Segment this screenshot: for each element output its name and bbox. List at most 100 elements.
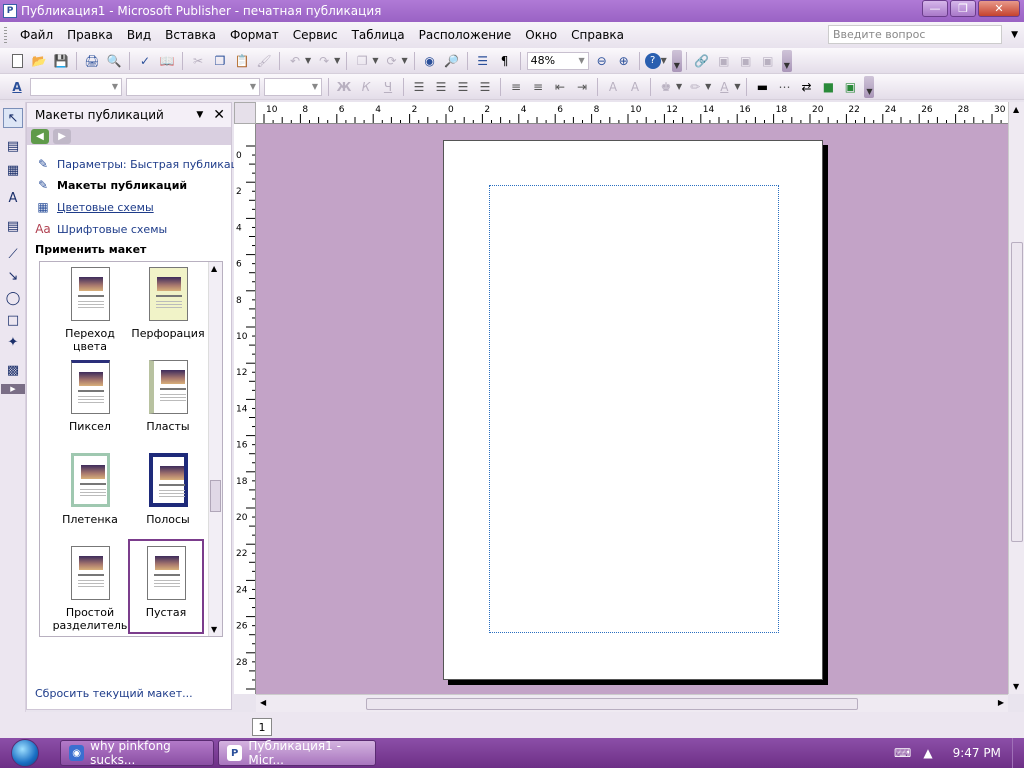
scroll-left-icon[interactable]: ◀: [260, 698, 266, 707]
vertical-scroll-thumb[interactable]: [1011, 242, 1023, 542]
print-icon[interactable]: 🖨: [82, 51, 102, 71]
underline-icon[interactable]: Ч: [378, 77, 398, 97]
research-icon[interactable]: 📖: [157, 51, 177, 71]
toolbar-options-icon[interactable]: ▼: [671, 49, 682, 72]
menu-edit[interactable]: Правка: [60, 24, 120, 46]
autoshapes-icon[interactable]: ✦: [3, 332, 23, 352]
gallery-scroll-thumb[interactable]: [210, 480, 221, 512]
scroll-down-icon[interactable]: ▼: [211, 625, 217, 634]
font-schemes-link[interactable]: Aa Шрифтовые схемы: [35, 222, 167, 236]
redo-dropdown-icon[interactable]: ▼: [334, 56, 340, 65]
color-schemes-link[interactable]: ▦ Цветовые схемы: [35, 200, 153, 214]
line-icon[interactable]: ⟋: [3, 244, 23, 264]
design-thumbnail[interactable]: Пласты: [130, 355, 206, 433]
justify-icon[interactable]: ☰: [475, 77, 495, 97]
text-box-icon[interactable]: ▤: [3, 136, 23, 156]
line-color-icon[interactable]: ✏: [685, 77, 705, 97]
format-painter-icon[interactable]: 🖌: [254, 51, 274, 71]
zoom-select[interactable]: 48% ▼: [526, 51, 589, 70]
help-icon[interactable]: ?: [644, 52, 661, 69]
columns-icon[interactable]: ☰: [473, 51, 493, 71]
horizontal-scrollbar[interactable]: ◀ ▶: [256, 694, 1008, 712]
taskbar-item-browser[interactable]: ◉ why pinkfong sucks...: [60, 739, 214, 767]
design-thumbnail[interactable]: Полосы: [130, 448, 206, 526]
increase-font-icon[interactable]: A: [625, 77, 645, 97]
vertical-ruler[interactable]: 024681012141618202224262830: [234, 124, 256, 694]
zoom-find-icon[interactable]: 🔎: [442, 51, 462, 71]
pilcrow-icon[interactable]: ¶: [495, 51, 515, 71]
reset-design-link[interactable]: Сбросить текущий макет...: [35, 687, 193, 700]
design-thumbnail[interactable]: Перфорация: [130, 262, 206, 340]
numbering-icon[interactable]: ≡: [506, 77, 526, 97]
toolbar-options-icon-2[interactable]: ▼: [781, 49, 792, 72]
horizontal-scroll-thumb[interactable]: [366, 698, 858, 710]
forward-arrow-icon[interactable]: ▶: [53, 128, 71, 144]
options-link[interactable]: ✎ Параметры: Быстрая публикация: [35, 157, 252, 171]
ask-dropdown-icon[interactable]: ▼: [1011, 25, 1018, 45]
save-icon[interactable]: 💾: [51, 51, 71, 71]
task-pane-menu-icon[interactable]: ▼: [196, 110, 203, 120]
task-pane-title[interactable]: Макеты публикаций: [35, 108, 196, 122]
undo-dropdown-icon[interactable]: ▼: [305, 56, 311, 65]
minimize-button[interactable]: —: [922, 0, 948, 17]
font-select[interactable]: ▼: [126, 77, 260, 96]
menu-tools[interactable]: Сервис: [286, 24, 345, 46]
menu-arrange[interactable]: Расположение: [412, 24, 519, 46]
print-preview-icon[interactable]: 🔍: [104, 51, 124, 71]
design-thumbnail[interactable]: Переход цвета: [52, 262, 128, 353]
menu-window[interactable]: Окно: [518, 24, 564, 46]
design-thumbnail-selected[interactable]: Пустая: [128, 539, 204, 634]
network-icon[interactable]: ▲: [923, 746, 932, 760]
pick-up-format-icon[interactable]: ◉: [420, 51, 440, 71]
toolbar-options-icon-3[interactable]: ▼: [864, 75, 875, 98]
arrange-icon[interactable]: ❐: [352, 51, 372, 71]
insert-table-icon[interactable]: ▦: [3, 160, 23, 180]
rotate-icon[interactable]: ⟳: [381, 51, 401, 71]
layouts-link[interactable]: ✎ Макеты публикаций: [35, 178, 187, 192]
publication-page[interactable]: [443, 140, 823, 680]
shadow-style-icon[interactable]: ■: [818, 77, 838, 97]
menu-view[interactable]: Вид: [120, 24, 158, 46]
ruler-origin[interactable]: [234, 102, 256, 124]
styles-icon[interactable]: A: [7, 77, 27, 97]
back-arrow-icon[interactable]: ◀: [31, 128, 49, 144]
select-objects-icon[interactable]: ↖: [3, 108, 23, 128]
cut-icon[interactable]: ✂: [188, 51, 208, 71]
font-color-dropdown-icon[interactable]: ▼: [734, 82, 740, 91]
menu-grip[interactable]: [4, 27, 7, 43]
decrease-font-icon[interactable]: A: [603, 77, 623, 97]
align-left-icon[interactable]: ☰: [409, 77, 429, 97]
start-button[interactable]: [6, 738, 44, 768]
fill-color-icon[interactable]: ♚: [656, 77, 676, 97]
menu-help[interactable]: Справка: [564, 24, 631, 46]
menu-format[interactable]: Формат: [223, 24, 286, 46]
more-tools-icon[interactable]: ▶: [1, 384, 25, 394]
task-pane-close-icon[interactable]: ✕: [213, 107, 225, 123]
spelling-icon[interactable]: ✓: [135, 51, 155, 71]
design-thumbnail[interactable]: Пиксел: [52, 355, 128, 433]
menu-insert[interactable]: Вставка: [158, 24, 223, 46]
zoom-in-icon[interactable]: ⊕: [614, 51, 634, 71]
link-icon[interactable]: 🔗: [692, 51, 712, 71]
decrease-indent-icon[interactable]: ⇤: [550, 77, 570, 97]
font-size-select[interactable]: ▼: [264, 77, 322, 96]
scroll-down-icon[interactable]: ▼: [1013, 682, 1019, 691]
open-icon[interactable]: 📂: [29, 51, 49, 71]
gallery-scrollbar[interactable]: ▲ ▼: [208, 262, 222, 636]
bold-icon[interactable]: Ж: [334, 77, 354, 97]
scroll-up-icon[interactable]: ▲: [211, 264, 217, 273]
line-style-icon[interactable]: ▬: [752, 77, 772, 97]
page-navigator-button[interactable]: 1: [252, 718, 272, 736]
menu-table[interactable]: Таблица: [345, 24, 412, 46]
document-workspace[interactable]: [256, 124, 1008, 694]
rotate-dropdown-icon[interactable]: ▼: [401, 56, 407, 65]
design-thumbnail[interactable]: Плетенка: [52, 448, 128, 526]
increase-indent-icon[interactable]: ⇥: [572, 77, 592, 97]
font-color-icon[interactable]: A: [714, 77, 734, 97]
design-gallery-icon[interactable]: ▩: [3, 360, 23, 380]
picture-frame-icon[interactable]: ▤: [3, 216, 23, 236]
scroll-right-icon[interactable]: ▶: [998, 698, 1004, 707]
bullets-icon[interactable]: ≡: [528, 77, 548, 97]
redo-icon[interactable]: ↷: [314, 51, 334, 71]
vertical-scrollbar[interactable]: ▲ ▼: [1008, 102, 1024, 694]
